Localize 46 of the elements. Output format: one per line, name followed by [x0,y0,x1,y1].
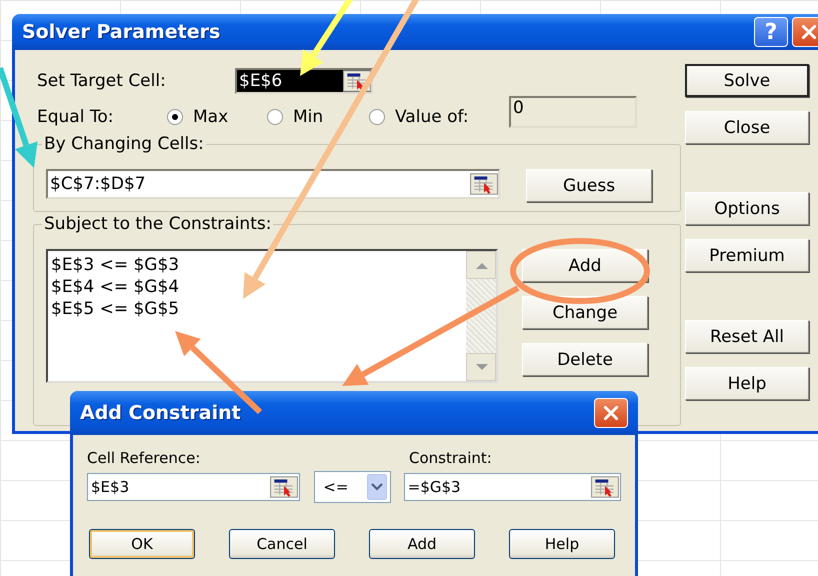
radio-button[interactable] [369,109,385,125]
dialog-button[interactable]: Solve [685,64,809,97]
guess-button[interactable]: Guess [526,169,652,202]
scroll-down-icon[interactable] [466,353,496,381]
group-label: By Changing Cells: [42,134,206,154]
range-picker-icon[interactable] [470,173,498,195]
dialog-button[interactable]: Cancel [229,529,335,559]
radio-label: Value of: [395,107,469,127]
dialog-button[interactable]: Help [509,529,615,559]
dialog-button[interactable]: Add [522,249,648,282]
constraint-list[interactable]: $E$3 <= $G$3 $E$4 <= $G$4 $E$5 <= $G$5 [46,249,498,383]
dialog-button[interactable]: Add [369,529,475,559]
dialog-button[interactable]: Options [685,192,809,225]
scrollbar[interactable] [466,251,496,381]
window-title: Solver Parameters [22,21,222,43]
field-label: Constraint: [409,449,492,467]
radio-button[interactable] [267,109,283,125]
dialog-button[interactable]: Reset All [685,320,809,353]
close-icon[interactable] [602,404,620,422]
input-field[interactable]: $E$3 [87,473,300,501]
dialog-button[interactable]: Delete [522,343,648,376]
dialog-button[interactable]: Premium [685,239,809,272]
scroll-up-icon[interactable] [466,251,496,279]
group-label: Subject to the Constraints: [42,214,274,234]
list-item[interactable]: $E$4 <= $G$4 [51,276,466,298]
field-label: Equal To: [36,107,114,127]
dialog-button[interactable]: Close [685,111,809,144]
list-item[interactable]: $E$3 <= $G$3 [51,254,466,276]
range-picker-icon[interactable] [270,476,298,498]
radio-button[interactable] [167,109,183,125]
input-field[interactable]: =$G$3 [404,473,621,501]
field-label: Cell Reference: [87,449,202,467]
input-field[interactable]: $C$7:$D$7 [46,169,500,199]
dialog-button[interactable]: OK [89,529,195,559]
close-icon[interactable] [800,23,818,41]
close-button[interactable] [594,398,628,428]
window-title: Add Constraint [80,402,242,424]
dialog-button[interactable]: Help [685,367,809,400]
radio-label: Max [193,107,228,127]
radio-label: Min [293,107,324,127]
list-item[interactable]: $E$5 <= $G$5 [51,298,466,320]
range-picker-icon[interactable] [591,476,619,498]
close-button[interactable] [792,17,818,47]
input-field[interactable]: $E$6 [235,68,373,94]
field-label: Set Target Cell: [36,71,167,91]
operator-dropdown[interactable]: <= [314,471,391,503]
